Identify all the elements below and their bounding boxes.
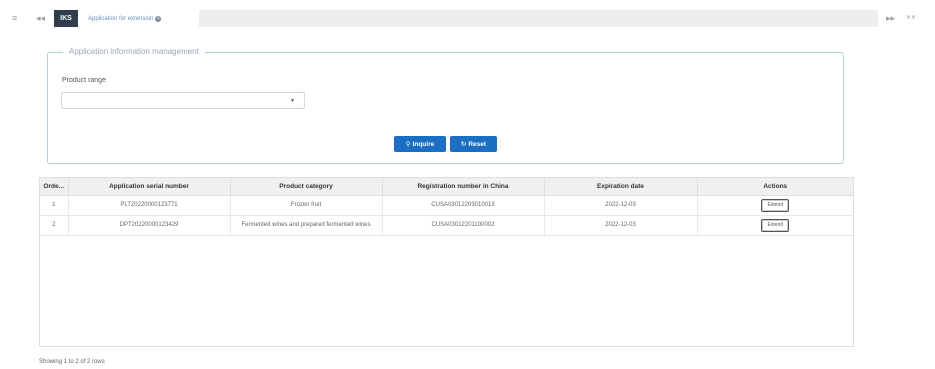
cell-actions: Extend — [697, 215, 853, 236]
col-header-expiration[interactable]: Expiration date — [544, 178, 698, 196]
cell-expiration: 2022-12-03 — [544, 195, 698, 216]
chevron-down-icon: ▼ — [290, 98, 295, 104]
table-header-row: Orde... Application serial number Produc… — [40, 178, 853, 196]
home-tab-label: IKS — [60, 15, 72, 22]
product-range-label: Product range — [62, 77, 106, 84]
tab-strip-empty — [199, 10, 878, 27]
tab-close-icon[interactable]: × — [155, 15, 162, 22]
table-row: 2 DPT20220000123429 Fermented wines and … — [40, 215, 853, 236]
cell-registration: CUSA03012203010013 — [382, 195, 545, 216]
tab-label: Application for extension — [88, 15, 154, 22]
col-header-registration[interactable]: Registration number in China — [382, 178, 545, 196]
home-tab[interactable]: IKS — [54, 10, 78, 27]
search-icon: ⚲ — [405, 141, 411, 148]
cell-category: Frozen fruit — [230, 195, 383, 216]
inquire-button-label: Inquire — [412, 140, 435, 148]
cell-registration: CUSA03012201100002 — [382, 215, 545, 236]
cell-order: 1 — [40, 195, 69, 216]
panel-legend: Application information management — [63, 46, 205, 58]
inquire-button[interactable]: ⚲ Inquire — [394, 136, 446, 152]
extend-button[interactable]: Extend — [761, 198, 790, 212]
cell-actions: Extend — [697, 195, 853, 216]
tab-scroll-right-icon[interactable]: ▸▸ — [886, 13, 895, 24]
cell-category: Fermented wines and prepared fermented w… — [230, 215, 383, 236]
extend-button[interactable]: Extend — [761, 218, 790, 232]
cell-serial: PLT20220000123771 — [68, 195, 231, 216]
cell-expiration: 2022-12-03 — [544, 215, 698, 236]
pagination-info: Showing 1 to 2 of 2 rows — [39, 359, 105, 365]
col-header-actions: Actions — [697, 178, 853, 196]
cell-order: 2 — [40, 215, 69, 236]
product-range-select[interactable]: ▼ — [61, 92, 305, 109]
col-header-serial[interactable]: Application serial number — [68, 178, 231, 196]
tab-application-for-extension[interactable]: Application for extension × — [82, 10, 198, 27]
reset-button[interactable]: ↻ Reset — [450, 136, 497, 152]
tab-scroll-left-icon[interactable]: ◂◂ — [36, 13, 45, 23]
refresh-icon: ↻ — [460, 141, 467, 148]
col-header-order[interactable]: Orde... — [40, 178, 69, 196]
menu-toggle-icon[interactable]: ≡ — [12, 13, 17, 23]
col-header-category[interactable]: Product category — [230, 178, 383, 196]
top-tab-bar: ≡ ◂◂ IKS Application for extension × ▸▸ … — [0, 0, 935, 36]
cell-serial: DPT20220000123429 — [68, 215, 231, 236]
table-row: 1 PLT20220000123771 Frozen fruit CUSA030… — [40, 195, 853, 216]
close-operations-icon[interactable]: ✕✕ — [906, 14, 916, 21]
reset-button-label: Reset — [468, 140, 487, 148]
results-table: Orde... Application serial number Produc… — [39, 177, 854, 347]
